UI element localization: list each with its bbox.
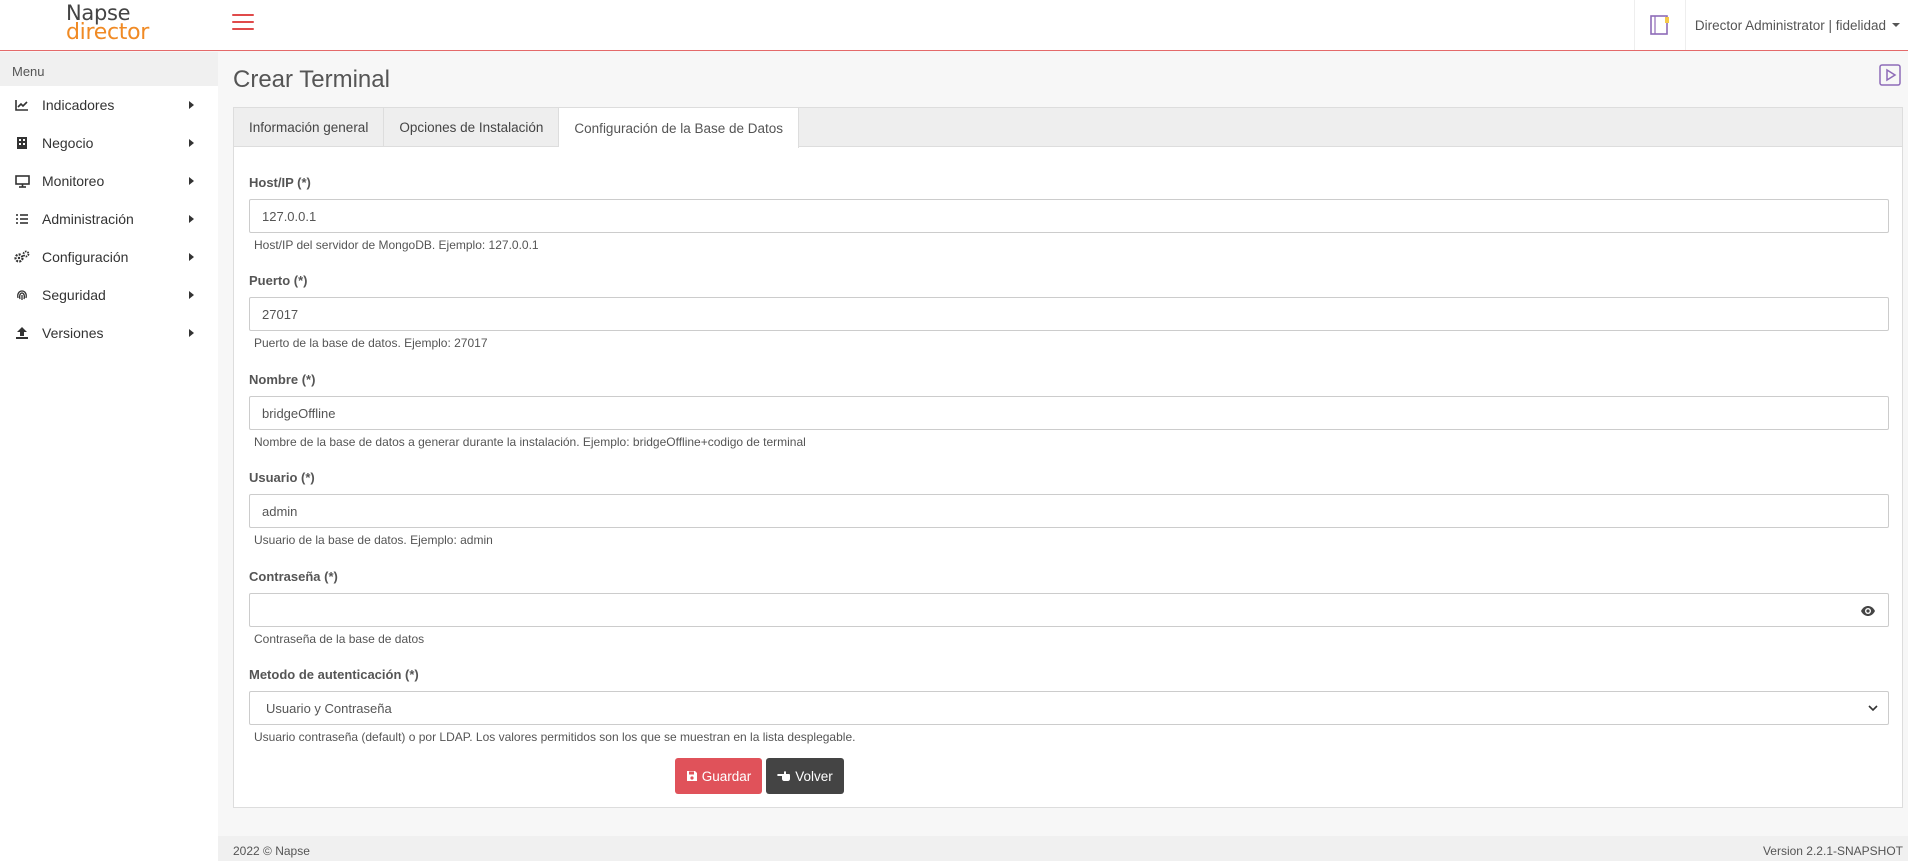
sidebar-item-monitoreo[interactable]: Monitoreo (0, 162, 218, 200)
save-button[interactable]: Guardar (675, 758, 762, 794)
tab-configuracion-base-datos[interactable]: Configuración de la Base de Datos (559, 108, 800, 148)
sidebar-item-indicadores[interactable]: Indicadores (0, 86, 218, 124)
auth-field-group: Metodo de autenticación (*) Usuario y Co… (249, 667, 1889, 744)
auth-method-value: Usuario y Contraseña (266, 700, 392, 716)
sidebar-item-label: Seguridad (42, 287, 106, 303)
notifications-button[interactable] (1634, 0, 1686, 50)
sidebar: Menu Indicadores Negocio Monitoreo Admin… (0, 52, 218, 861)
chevron-down-icon (1868, 705, 1878, 712)
footer: 2022 © Napse Version 2.2.1-SNAPSHOT (218, 836, 1908, 861)
play-help-icon[interactable] (1879, 64, 1901, 86)
napse-director-logo[interactable]: Napse director (66, 3, 186, 44)
password-help: Contraseña de la base de datos (254, 632, 425, 646)
name-label: Nombre (*) (249, 372, 316, 387)
name-input[interactable]: bridgeOffline (249, 396, 1889, 430)
user-menu[interactable]: Director Administrator | fidelidad (1683, 0, 1908, 50)
back-button[interactable]: Volver (766, 758, 844, 794)
sidebar-item-versiones[interactable]: Versiones (0, 314, 218, 352)
port-field-group: Puerto (*) 27017 Puerto de la base de da… (249, 273, 1889, 350)
tab-bar: Información general Opciones de Instalac… (234, 108, 1902, 148)
top-header: Napse director Director Administrator | … (0, 0, 1908, 51)
name-help: Nombre de la base de datos a generar dur… (254, 435, 806, 449)
sidebar-item-negocio[interactable]: Negocio (0, 124, 218, 162)
logo-line-2: director (66, 20, 150, 45)
auth-help: Usuario contraseña (default) o por LDAP.… (254, 730, 856, 744)
hand-pointer-left-icon (777, 771, 791, 781)
auth-method-select[interactable]: Usuario y Contraseña (249, 691, 1889, 725)
sidebar-item-administracion[interactable]: Administración (0, 200, 218, 238)
name-field-group: Nombre (*) bridgeOffline Nombre de la ba… (249, 372, 1889, 449)
sidebar-item-configuracion[interactable]: Configuración (0, 238, 218, 276)
port-help: Puerto de la base de datos. Ejemplo: 270… (254, 336, 488, 350)
password-input[interactable] (249, 593, 1889, 627)
sidebar-item-label: Versiones (42, 325, 104, 341)
hamburger-menu-icon[interactable] (232, 14, 254, 32)
auth-label: Metodo de autenticación (*) (249, 667, 419, 682)
user-input[interactable]: admin (249, 494, 1889, 528)
caret-right-icon (189, 329, 194, 337)
host-input[interactable]: 127.0.0.1 (249, 199, 1889, 233)
footer-version: Version 2.2.1-SNAPSHOT (1762, 844, 1903, 858)
password-label: Contraseña (*) (249, 569, 338, 584)
password-field-group: Contraseña (*) Contraseña de la base de … (249, 569, 1889, 646)
sidebar-item-label: Configuración (42, 249, 129, 265)
caret-right-icon (189, 253, 194, 261)
chevron-down-icon (1892, 23, 1900, 27)
port-input[interactable]: 27017 (249, 297, 1889, 331)
sidebar-item-label: Negocio (42, 135, 94, 151)
back-label: Volver (795, 768, 833, 784)
host-field-group: Host/IP (*) 127.0.0.1 Host/IP del servid… (249, 175, 1889, 252)
host-help: Host/IP del servidor de MongoDB. Ejemplo… (254, 238, 539, 252)
monitor-icon (14, 173, 30, 189)
tab-informacion-general[interactable]: Información general (234, 108, 385, 146)
building-icon (14, 135, 30, 151)
sidebar-item-label: Monitoreo (42, 173, 105, 189)
gears-icon (14, 249, 30, 265)
sidebar-item-seguridad[interactable]: Seguridad (0, 276, 218, 314)
floppy-disk-icon (686, 771, 697, 781)
form-card: Información general Opciones de Instalac… (233, 107, 1903, 808)
caret-right-icon (189, 215, 194, 223)
caret-right-icon (189, 101, 194, 109)
host-label: Host/IP (*) (249, 175, 311, 190)
user-label: Director Administrator | fidelidad (1694, 17, 1886, 33)
sidebar-item-label: Indicadores (42, 97, 115, 113)
page-title: Crear Terminal (233, 66, 390, 93)
tab-opciones-instalacion[interactable]: Opciones de Instalación (384, 108, 560, 146)
list-check-icon (14, 211, 30, 227)
menu-title: Menu (0, 52, 218, 86)
footer-copyright: 2022 © Napse (233, 844, 310, 858)
caret-right-icon (189, 291, 194, 299)
upload-icon (14, 325, 30, 341)
caret-right-icon (189, 139, 194, 147)
user-help: Usuario de la base de datos. Ejemplo: ad… (254, 533, 493, 547)
book-icon (1650, 15, 1669, 35)
user-label: Usuario (*) (249, 470, 315, 485)
user-field-group: Usuario (*) admin Usuario de la base de … (249, 470, 1889, 547)
eye-icon[interactable] (1860, 603, 1876, 619)
fingerprint-icon (14, 287, 30, 303)
caret-right-icon (189, 177, 194, 185)
port-label: Puerto (*) (249, 273, 308, 288)
save-label: Guardar (701, 768, 752, 784)
sidebar-item-label: Administración (42, 211, 134, 227)
chart-line-icon (14, 97, 30, 113)
